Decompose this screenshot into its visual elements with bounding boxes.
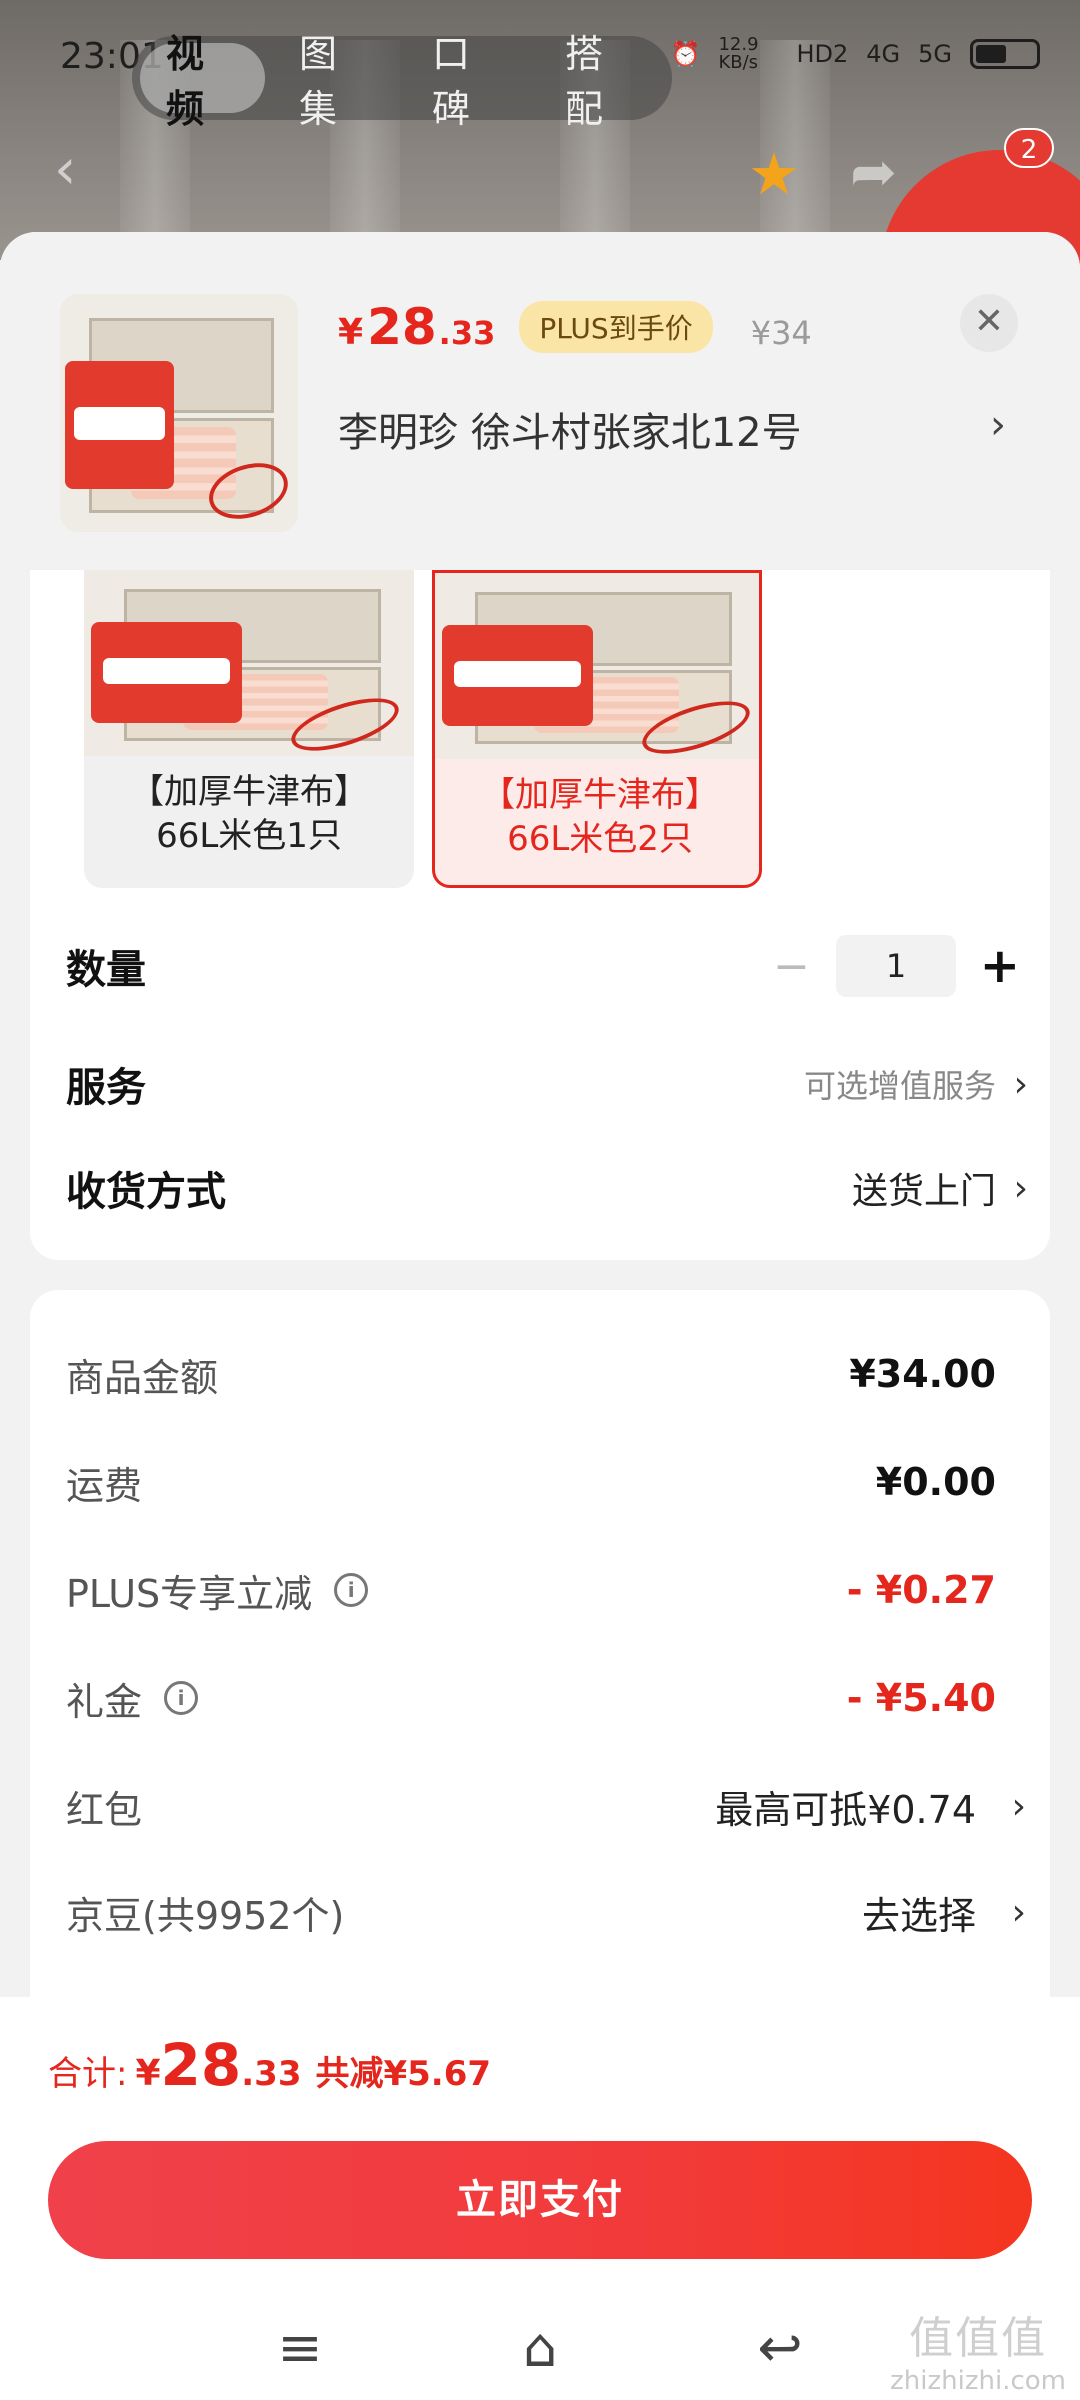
home-icon[interactable]: ⌂ <box>510 2318 570 2378</box>
quantity-input[interactable]: 1 <box>836 935 956 997</box>
sku-option-label: 【加厚牛津布】 66L米色1只 <box>84 770 414 858</box>
sku-option-image <box>435 573 759 765</box>
net-speed: 12.9 KB/s <box>718 34 759 73</box>
tab-video[interactable]: 视频 <box>140 32 265 131</box>
cart-count-badge: 2 <box>1004 128 1054 168</box>
jingdou-label: 京豆(共9952个) <box>66 1893 345 1938</box>
service-row[interactable]: 服务 可选增值服务 › <box>66 1044 1046 1124</box>
sku-option-label-line2: 66L米色1只 <box>156 816 342 856</box>
sku-option[interactable]: 【加厚牛津布】 66L米色1只 <box>84 570 414 888</box>
price-decimal: .33 <box>438 314 496 352</box>
plus-discount-value: - ¥0.27 <box>846 1568 996 1612</box>
goods-amount-label: 商品金额 <box>66 1355 219 1400</box>
shipping-fee-value: ¥0.00 <box>875 1460 996 1504</box>
quantity-decrease-button[interactable]: − <box>773 941 810 992</box>
battery-icon <box>970 39 1040 69</box>
jingdou-value: 去选择 <box>861 1893 976 1938</box>
total-decimal: .33 <box>241 2054 302 2094</box>
price-symbol: ¥ <box>338 312 364 353</box>
quantity-row: 数量 − 1 + <box>66 926 1046 1006</box>
signal-5g-icon: 5G <box>918 40 952 68</box>
watermark: 值值值 zhizhizhi.com <box>890 2302 1066 2396</box>
plus-discount-label: PLUS专享立减 <box>66 1571 313 1616</box>
sku-option-label-line2: 66L米色2只 <box>507 819 693 859</box>
sku-option-label-line1: 【加厚牛津布】 <box>130 772 368 812</box>
total-label: 合计: <box>48 2054 128 2094</box>
total-integer: 28 <box>160 2031 242 2099</box>
shipping-fee-label: 运费 <box>66 1463 143 1508</box>
info-icon[interactable]: i <box>334 1573 369 1607</box>
price-integer: 28 <box>367 298 437 356</box>
price-row: ¥ 28 .33 PLUS到手价 ¥34 <box>338 298 812 359</box>
gift-money-label: 礼金 <box>66 1679 143 1724</box>
plus-discount-row: PLUS专享立减 i - ¥0.27 <box>66 1554 1026 1626</box>
gift-money-row: 礼金 i - ¥5.40 <box>66 1662 1026 1734</box>
red-packet-row[interactable]: 红包 最高可抵¥0.74 › <box>66 1770 1026 1842</box>
sku-header: ¥ 28 .33 PLUS到手价 ¥34 李明珍 徐斗村张家北12号 › ✕ <box>0 232 1080 570</box>
quantity-increase-button[interactable]: + <box>980 938 1020 994</box>
sku-option-label: 【加厚牛津布】 66L米色2只 <box>435 773 759 861</box>
product-thumbnail <box>60 294 298 532</box>
alarm-icon: ⏰ <box>670 40 701 68</box>
gift-money-value: - ¥5.40 <box>846 1676 996 1720</box>
delivery-row[interactable]: 收货方式 送货上门 › <box>66 1148 1046 1228</box>
back-arrow-icon[interactable]: ‹ <box>54 140 94 200</box>
original-price: ¥34 <box>750 314 812 352</box>
goods-amount-value: ¥34.00 <box>849 1352 996 1396</box>
media-tabs: 视频 图集 口碑 搭配 <box>132 32 672 131</box>
shipping-fee-row: 运费 ¥0.00 <box>66 1446 1026 1518</box>
signal-4g-icon: 4G <box>866 40 901 68</box>
watermark-logo: 值值值 <box>909 2313 1048 2364</box>
chevron-right-icon: › <box>1013 1063 1028 1105</box>
red-packet-value: 最高可抵¥0.74 <box>715 1787 976 1832</box>
plus-price-tag: PLUS到手价 <box>519 301 713 353</box>
favorite-star-icon[interactable]: ★ <box>748 140 800 208</box>
chevron-right-icon: › <box>1013 1167 1028 1209</box>
back-icon[interactable]: ↩ <box>750 2318 810 2378</box>
total-saved: 共减¥5.67 <box>315 2054 492 2094</box>
close-button[interactable]: ✕ <box>960 294 1018 352</box>
goods-amount-row: 商品金额 ¥34.00 <box>66 1338 1026 1410</box>
tab-gallery[interactable]: 图集 <box>273 32 398 131</box>
watermark-url: zhizhizhi.com <box>890 2366 1066 2396</box>
service-label: 服务 <box>66 1065 146 1111</box>
jingdou-row[interactable]: 京豆(共9952个) 去选择 › <box>66 1876 1026 1948</box>
share-icon[interactable]: ➦ <box>850 140 897 205</box>
delivery-value: 送货上门 <box>851 1171 996 1212</box>
sku-option-selected[interactable]: 【加厚牛津布】 66L米色2只 <box>432 570 762 888</box>
system-nav-bar: ≡ ⌂ ↩ 值值值 zhizhizhi.com <box>0 2300 1080 2400</box>
shipping-address[interactable]: 李明珍 徐斗村张家北12号 <box>338 400 802 458</box>
options-card: 【加厚牛津布】 66L米色1只 【加厚牛津布】 66L米色2只 数量 − 1 +… <box>30 570 1050 1260</box>
sku-option-label-line1: 【加厚牛津布】 <box>481 775 719 815</box>
info-icon[interactable]: i <box>164 1681 199 1715</box>
quantity-label: 数量 <box>66 947 146 993</box>
price-breakdown-card: 商品金额 ¥34.00 运费 ¥0.00 PLUS专享立减 i - ¥0.27 … <box>30 1290 1050 2050</box>
menu-icon[interactable]: ≡ <box>270 2318 330 2378</box>
chevron-right-icon: › <box>1011 1785 1026 1827</box>
tab-match[interactable]: 搭配 <box>539 32 664 131</box>
total-symbol: ¥ <box>135 2053 161 2094</box>
hd-icon: HD2 <box>796 40 849 68</box>
gift-money-label-group: 礼金 i <box>66 1671 199 1726</box>
chevron-right-icon: › <box>1011 1891 1026 1933</box>
service-value: 可选增值服务 <box>803 1067 996 1105</box>
purchase-sheet: ¥ 28 .33 PLUS到手价 ¥34 李明珍 徐斗村张家北12号 › ✕ 【… <box>0 232 1080 2400</box>
tab-reviews[interactable]: 口碑 <box>406 32 531 131</box>
chevron-right-icon[interactable]: › <box>990 402 1006 448</box>
pay-now-button[interactable]: 立即支付 <box>48 2141 1032 2259</box>
red-packet-label: 红包 <box>66 1787 143 1832</box>
delivery-label: 收货方式 <box>66 1169 226 1215</box>
plus-discount-label-group: PLUS专享立减 i <box>66 1563 369 1618</box>
status-icons: ⏰ 12.9 KB/s HD2 4G 5G <box>671 36 1040 72</box>
sku-option-image <box>84 570 414 762</box>
total-line: 合计: ¥ 28 .33 共减¥5.67 <box>48 2031 491 2099</box>
